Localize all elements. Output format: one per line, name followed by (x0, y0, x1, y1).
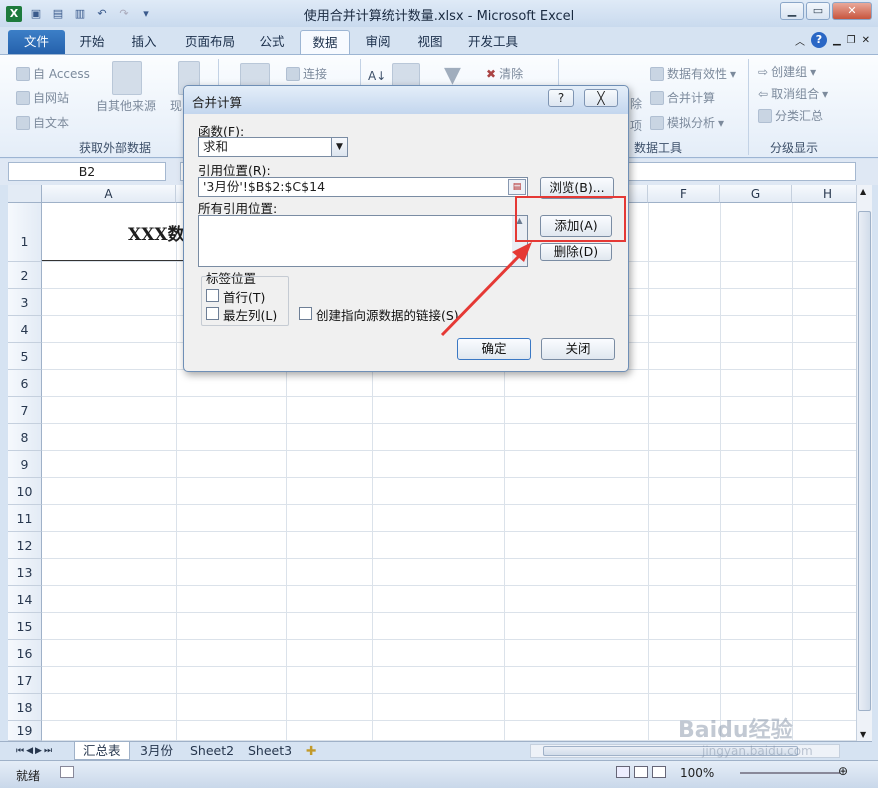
annotation-arrow-icon (440, 242, 532, 337)
